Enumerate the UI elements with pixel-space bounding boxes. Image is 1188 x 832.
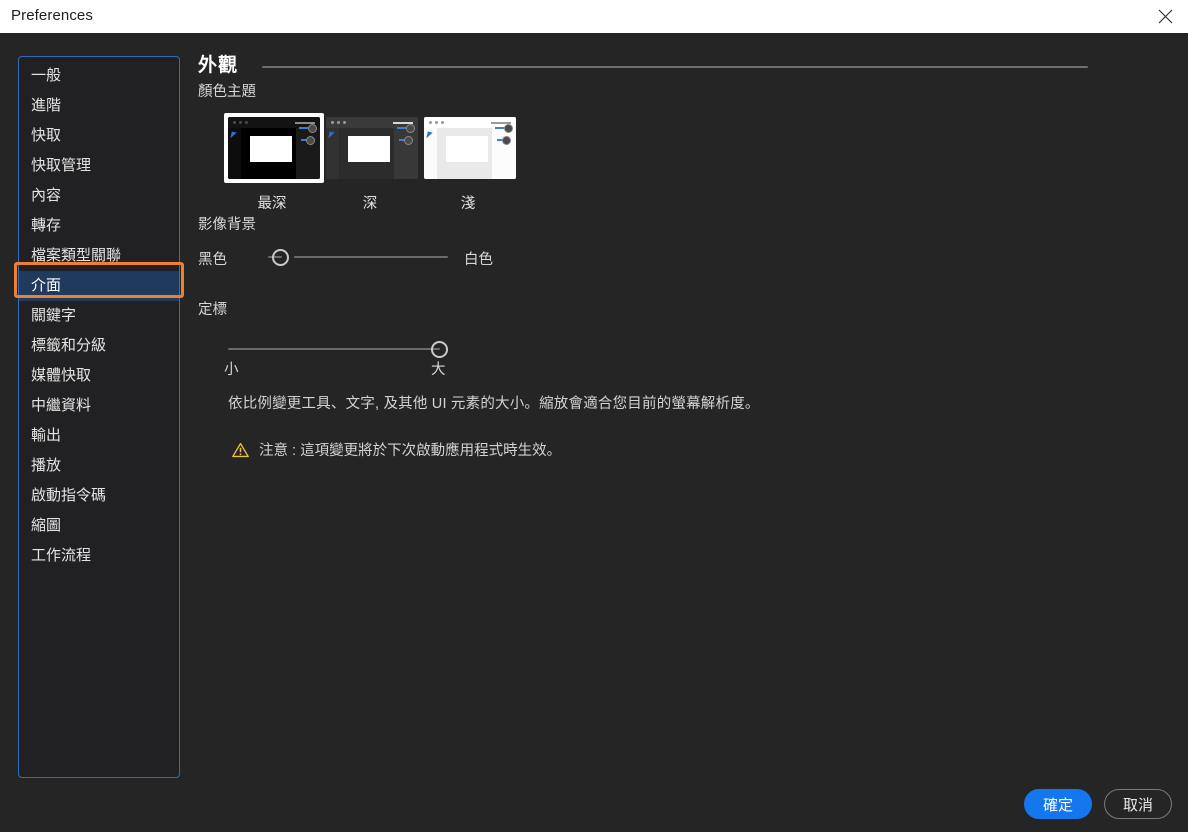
sidebar-item[interactable]: 啟動指令碼 <box>19 481 179 511</box>
sidebar-item[interactable]: 快取 <box>19 121 179 151</box>
scaling-field: 定標 小 大 <box>198 298 1098 364</box>
sidebar-item[interactable]: 媒體快取 <box>19 361 179 391</box>
image-background-label: 影像背景 <box>198 213 1098 234</box>
scaling-min-label: 小 <box>224 358 239 379</box>
page-title: 外觀 <box>198 50 238 77</box>
restart-note-text: 注意 : 這項變更將於下次啟動應用程式時生效。 <box>259 439 561 460</box>
title-bar: Preferences <box>0 0 1188 33</box>
image-background-track-right <box>294 256 448 258</box>
sidebar-items: 一般進階快取快取管理內容轉存檔案類型關聯介面關鍵字標籤和分級媒體快取中繼資料輸出… <box>19 61 179 571</box>
image-background-max-label: 白色 <box>464 248 493 269</box>
preferences-category-list[interactable]: 一般進階快取快取管理內容轉存檔案類型關聯介面關鍵字標籤和分級媒體快取中繼資料輸出… <box>18 56 180 778</box>
theme-option-label: 最深 <box>224 192 320 213</box>
sidebar-item[interactable]: 輸出 <box>19 421 179 451</box>
theme-thumbnail-frame <box>420 113 520 183</box>
sidebar-item[interactable]: 介面 <box>19 271 179 301</box>
theme-thumbnail-frame <box>322 113 422 183</box>
sidebar-item[interactable]: 快取管理 <box>19 151 179 181</box>
sidebar-item[interactable]: 內容 <box>19 181 179 211</box>
theme-option[interactable]: 最深 <box>224 113 320 213</box>
image-background-slider[interactable]: 黑色 白色 <box>198 244 528 272</box>
dialog-footer: 確定 取消 <box>1024 789 1172 819</box>
section-header: 外觀 <box>198 50 1098 76</box>
theme-thumbnail <box>326 117 418 179</box>
header-divider <box>262 66 1088 68</box>
ok-button[interactable]: 確定 <box>1024 789 1092 819</box>
color-theme-options: 最深深淺 <box>198 113 1098 209</box>
preferences-dialog: Preferences 一般進階快取快取管理內容轉存檔案類型關聯介面關鍵字標籤和… <box>0 0 1188 832</box>
sidebar-item[interactable]: 檔案類型關聯 <box>19 241 179 271</box>
theme-thumbnail <box>228 117 320 179</box>
scaling-description: 依比例變更工具、文字, 及其他 UI 元素的大小。縮放會適合您目前的螢幕解析度。 <box>228 392 1098 413</box>
sidebar-item[interactable]: 關鍵字 <box>19 301 179 331</box>
close-icon <box>1157 8 1174 25</box>
scaling-max-label: 大 <box>431 358 446 379</box>
sidebar-item[interactable]: 播放 <box>19 451 179 481</box>
scaling-label: 定標 <box>198 298 1098 319</box>
color-theme-label: 顏色主題 <box>198 80 1098 101</box>
window-title: Preferences <box>11 7 93 24</box>
scaling-slider[interactable]: 小 大 <box>228 336 558 364</box>
image-background-field: 影像背景 黑色 白色 <box>198 213 1098 272</box>
sidebar-item[interactable]: 中繼資料 <box>19 391 179 421</box>
image-background-min-label: 黑色 <box>198 248 227 269</box>
theme-option[interactable]: 深 <box>322 113 418 213</box>
scaling-track <box>228 348 440 350</box>
warning-triangle-icon <box>232 442 249 458</box>
sidebar-item[interactable]: 進階 <box>19 91 179 121</box>
appearance-panel: 外觀 顏色主題 最深深淺 影像背景 黑色 白色 定標 小 大 <box>198 50 1098 460</box>
theme-thumbnail-frame <box>224 113 324 183</box>
sidebar-item[interactable]: 縮圖 <box>19 511 179 541</box>
scaling-slider-handle[interactable] <box>431 341 448 358</box>
theme-thumbnail <box>424 117 516 179</box>
theme-option-label: 淺 <box>420 192 516 213</box>
restart-note: 注意 : 這項變更將於下次啟動應用程式時生效。 <box>232 439 1098 460</box>
image-background-slider-handle[interactable] <box>272 249 289 266</box>
cancel-button[interactable]: 取消 <box>1104 789 1172 819</box>
theme-option-label: 深 <box>322 192 418 213</box>
sidebar-item[interactable]: 轉存 <box>19 211 179 241</box>
sidebar-item[interactable]: 一般 <box>19 61 179 91</box>
theme-option[interactable]: 淺 <box>420 113 516 213</box>
sidebar-item[interactable]: 工作流程 <box>19 541 179 571</box>
close-button[interactable] <box>1142 0 1188 33</box>
sidebar-item[interactable]: 標籤和分級 <box>19 331 179 361</box>
